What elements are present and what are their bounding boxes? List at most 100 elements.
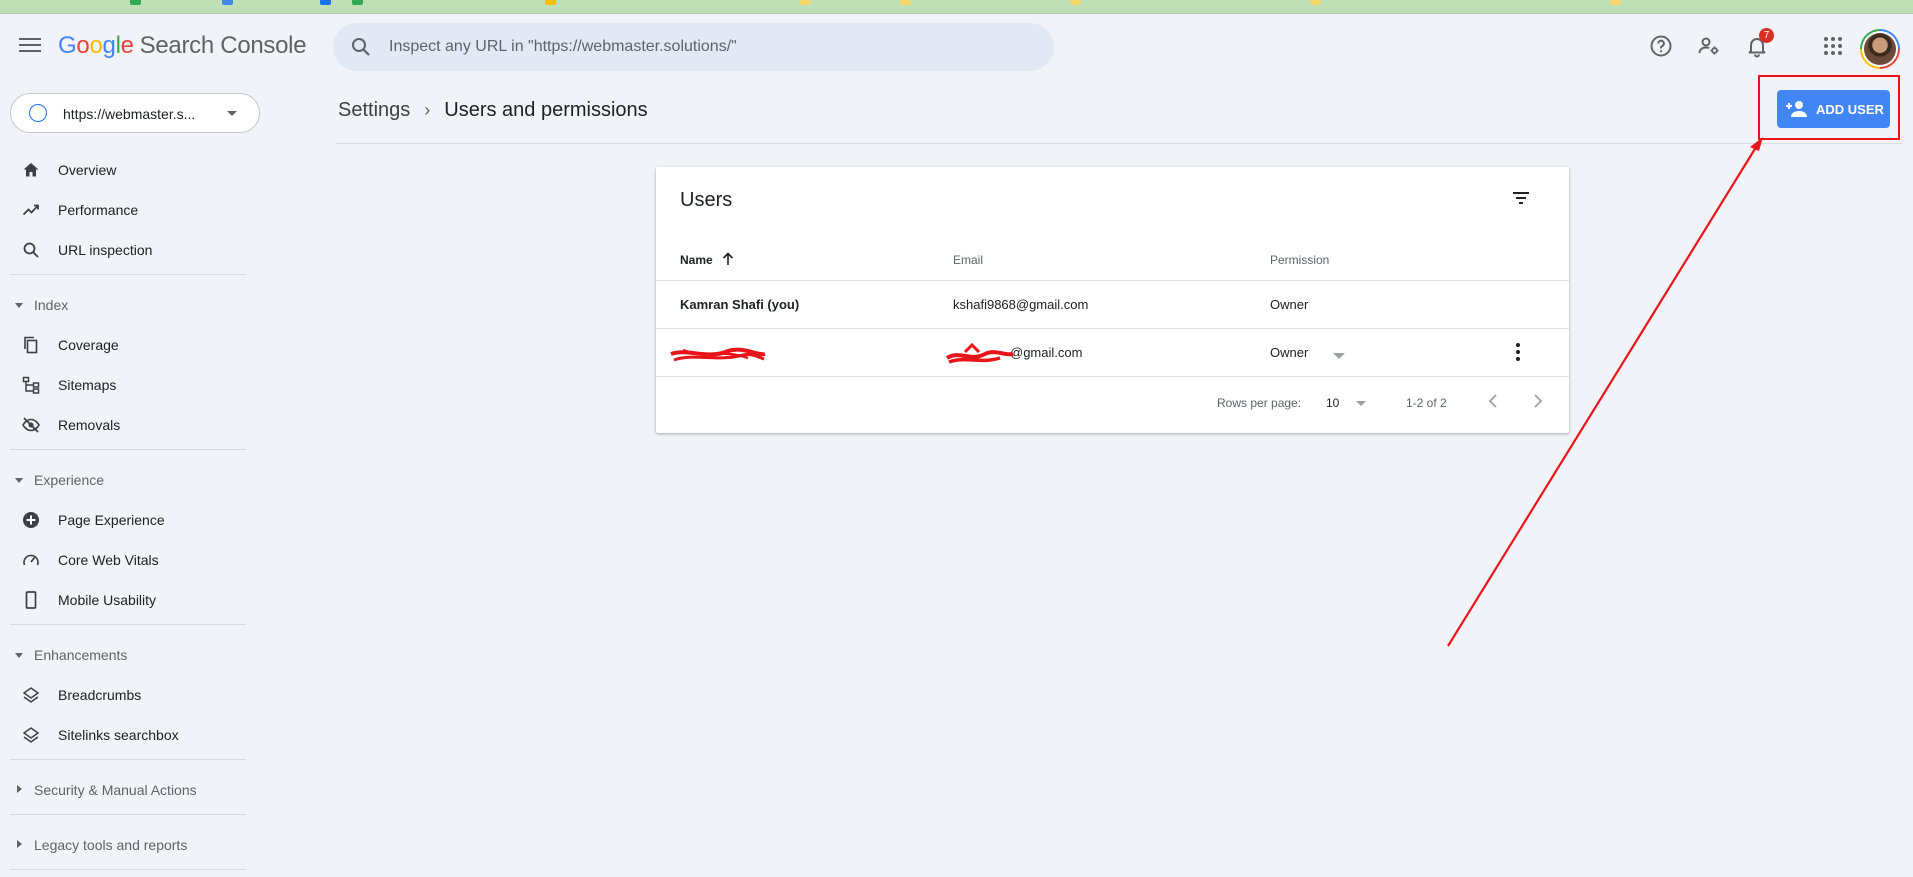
sidebar-item-core-web-vitals[interactable]: Core Web Vitals (0, 540, 250, 580)
bookmark-icon[interactable] (900, 0, 911, 5)
sidebar-item-sitelinks-searchbox[interactable]: Sitelinks searchbox (0, 715, 250, 755)
bookmark-icon[interactable] (320, 0, 331, 5)
smartphone-icon (25, 591, 37, 609)
page-title: Users and permissions (444, 99, 648, 121)
sidebar-item-performance[interactable]: Performance (0, 190, 250, 230)
main-menu-icon[interactable] (19, 38, 41, 56)
url-inspection-input[interactable] (389, 23, 1029, 71)
eye-off-icon (22, 417, 40, 433)
sidebar-section-security[interactable]: Security & Manual Actions (0, 770, 250, 810)
section-label: Legacy tools and reports (34, 837, 188, 853)
sidebar-item-url-inspection[interactable]: URL inspection (0, 230, 250, 270)
globe-icon (29, 104, 47, 122)
sidebar-section-index[interactable]: Index (0, 285, 250, 325)
section-label: Enhancements (34, 647, 128, 663)
annotation-arrow (1447, 137, 1763, 647)
more-options-icon[interactable] (1516, 343, 1522, 363)
user-permission: Owner (1270, 297, 1309, 312)
sidebar-item-label: Performance (58, 202, 139, 218)
chevron-left-icon[interactable] (1486, 392, 1500, 410)
sidebar-divider (10, 869, 246, 870)
column-header-email: Email (953, 253, 984, 267)
user-email: kshafi9868@gmail.com (953, 297, 1089, 312)
help-icon[interactable] (1649, 34, 1675, 60)
user-permission: Owner (1270, 345, 1309, 360)
users-card: Users Name Email Permission Kamran Shafi… (656, 167, 1569, 433)
bookmark-icon[interactable] (352, 0, 363, 5)
user-email: @gmail.com (1010, 345, 1083, 360)
property-url: https://webmaster.s... (63, 106, 196, 122)
sidebar-item-overview[interactable]: Overview (0, 150, 250, 190)
bookmark-icon[interactable] (222, 0, 233, 5)
sidebar-section-enhancements[interactable]: Enhancements (0, 635, 250, 675)
section-label: Experience (34, 472, 105, 488)
chevron-right-icon[interactable] (1531, 392, 1545, 410)
rows-per-page-select[interactable]: 10 (1326, 396, 1339, 410)
breadcrumb-settings-link[interactable]: Settings (338, 99, 410, 121)
sidebar-divider (10, 274, 246, 275)
column-header-permission: Permission (1270, 253, 1330, 267)
sidebar-item-breadcrumbs[interactable]: Breadcrumbs (0, 675, 250, 715)
logo-letter: o (76, 32, 90, 59)
sidebar-divider (10, 624, 246, 625)
sidebar-item-label: Sitelinks searchbox (58, 727, 179, 743)
layers-icon (22, 687, 40, 703)
row-divider (656, 328, 1569, 329)
apps-grid-icon[interactable] (1821, 34, 1847, 60)
column-header-name[interactable]: Name (680, 253, 713, 267)
sidebar-item-label: Mobile Usability (58, 592, 157, 608)
row-divider (656, 376, 1569, 377)
sort-arrow-up-icon[interactable] (722, 252, 734, 266)
copy-icon (24, 336, 38, 354)
sidebar-item-page-experience[interactable]: Page Experience (0, 500, 250, 540)
sidebar-item-sitemaps[interactable]: Sitemaps (0, 365, 250, 405)
property-selector[interactable]: https://webmaster.s... (10, 93, 260, 133)
bookmark-icon[interactable] (1310, 0, 1321, 5)
sidebar-item-label: Page Experience (58, 512, 165, 528)
sidebar-item-label: Sitemaps (58, 377, 117, 393)
breadcrumb: Settings › Users and permissions (338, 99, 648, 122)
sidebar-item-removals[interactable]: Removals (0, 405, 250, 445)
permission-dropdown-icon[interactable] (1333, 353, 1345, 359)
sidebar-section-legacy[interactable]: Legacy tools and reports (0, 825, 250, 865)
url-inspection-search[interactable] (333, 23, 1054, 71)
bookmark-icon[interactable] (800, 0, 811, 5)
sitemap-icon (22, 376, 40, 394)
sidebar-divider (10, 759, 246, 760)
bookmark-icon[interactable] (1070, 0, 1081, 5)
sidebar-item-coverage[interactable]: Coverage (0, 325, 250, 365)
logo-letter: e (120, 32, 134, 59)
sidebar-nav: Overview Performance URL inspection Inde… (0, 150, 250, 877)
top-app-bar: GoogleSearch Console 7 (0, 14, 1913, 80)
sidebar-item-mobile-usability[interactable]: Mobile Usability (0, 580, 250, 620)
chevron-down-icon (227, 111, 237, 116)
section-label: Security & Manual Actions (34, 782, 197, 798)
logo-letter: G (58, 32, 77, 59)
bookmark-icon[interactable] (545, 0, 556, 5)
user-name: Kamran Shafi (you) (680, 297, 800, 312)
logo-letter: o (89, 32, 103, 59)
bookmark-icon[interactable] (130, 0, 141, 5)
rows-per-page-caret-icon[interactable] (1356, 401, 1366, 406)
caret-down-icon (15, 653, 23, 658)
sidebar-section-experience[interactable]: Experience (0, 460, 250, 500)
add-user-button[interactable]: ADD USER (1777, 90, 1890, 128)
caret-down-icon (15, 303, 23, 308)
trending-up-icon (22, 204, 39, 216)
manage-users-icon[interactable] (1697, 34, 1723, 60)
product-name: Search Console (139, 32, 307, 59)
pagination-range: 1-2 of 2 (1406, 396, 1447, 410)
chevron-right-icon: › (424, 100, 431, 120)
account-avatar[interactable] (1860, 29, 1900, 69)
bookmark-icon[interactable] (1610, 0, 1621, 5)
home-icon (23, 163, 39, 177)
sidebar-item-label: Coverage (58, 337, 119, 353)
search-icon (352, 38, 370, 56)
notifications-badge: 7 (1759, 28, 1774, 43)
notifications-icon[interactable]: 7 (1745, 28, 1774, 60)
filter-icon[interactable] (1510, 187, 1532, 209)
bookmarks-bar (0, 0, 1913, 14)
sidebar-item-label: Removals (58, 417, 121, 433)
logo-letter: g (102, 32, 116, 59)
search-console-logo[interactable]: Google Search Console (58, 32, 307, 60)
